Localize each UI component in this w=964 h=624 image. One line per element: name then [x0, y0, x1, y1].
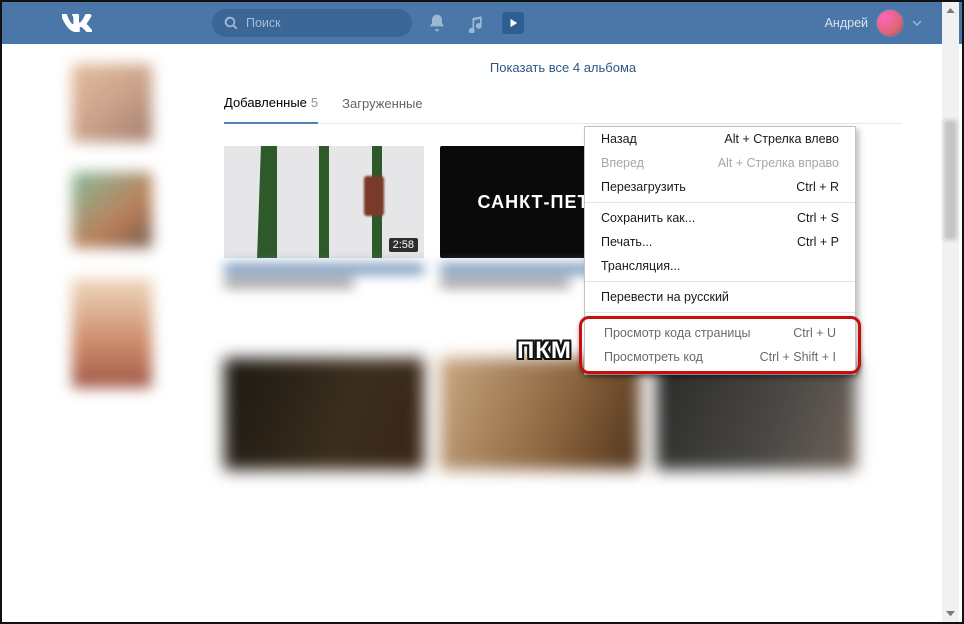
header-bar: Поиск Андрей	[2, 2, 962, 44]
context-menu: НазадAlt + Стрелка влево ВпередAlt + Стр…	[584, 126, 856, 375]
ctx-back[interactable]: НазадAlt + Стрелка влево	[585, 127, 855, 151]
username: Андрей	[825, 16, 868, 30]
ctx-save-as[interactable]: Сохранить как...Ctrl + S	[585, 206, 855, 230]
tab-added[interactable]: Добавленные5	[224, 95, 318, 124]
chevron-down-icon	[912, 20, 922, 26]
ctx-reload[interactable]: ПерезагрузитьCtrl + R	[585, 175, 855, 199]
ctx-print[interactable]: Печать...Ctrl + P	[585, 230, 855, 254]
video-card[interactable]: 2:58	[224, 146, 424, 298]
ctx-view-source[interactable]: Просмотр кода страницыCtrl + U	[582, 321, 858, 345]
search-box[interactable]: Поиск	[212, 9, 412, 37]
video-card[interactable]	[224, 358, 424, 470]
notifications-icon[interactable]	[426, 12, 448, 34]
user-menu[interactable]: Андрей	[825, 9, 922, 37]
ctx-translate[interactable]: Перевести на русский	[585, 285, 855, 309]
sidebar-thumb	[72, 64, 152, 142]
scroll-down-icon[interactable]	[942, 605, 959, 622]
highlight-annotation: Просмотр кода страницыCtrl + U Просмотре…	[579, 316, 861, 374]
sidebar-thumb	[72, 172, 152, 248]
search-placeholder: Поиск	[246, 16, 281, 30]
annotation-label: ПКМ	[517, 337, 572, 365]
vk-logo[interactable]	[62, 8, 92, 38]
ctx-inspect[interactable]: Просмотреть кодCtrl + Shift + I	[582, 345, 858, 369]
scroll-thumb[interactable]	[944, 120, 957, 240]
show-all-albums-link[interactable]: Показать все 4 альбома	[224, 44, 902, 95]
sidebar-thumb	[72, 278, 152, 388]
music-icon[interactable]	[464, 12, 486, 34]
tabs: Добавленные5 Загруженные	[224, 95, 902, 124]
ctx-forward: ВпередAlt + Стрелка вправо	[585, 151, 855, 175]
ctx-cast[interactable]: Трансляция...	[585, 254, 855, 278]
video-duration: 2:58	[389, 238, 418, 252]
left-sidebar	[72, 64, 152, 418]
search-icon	[224, 16, 238, 30]
video-play-icon[interactable]	[502, 12, 524, 34]
tab-uploaded[interactable]: Загруженные	[342, 96, 422, 123]
avatar	[876, 9, 904, 37]
scroll-up-icon[interactable]	[942, 2, 959, 19]
scrollbar[interactable]	[942, 2, 959, 622]
